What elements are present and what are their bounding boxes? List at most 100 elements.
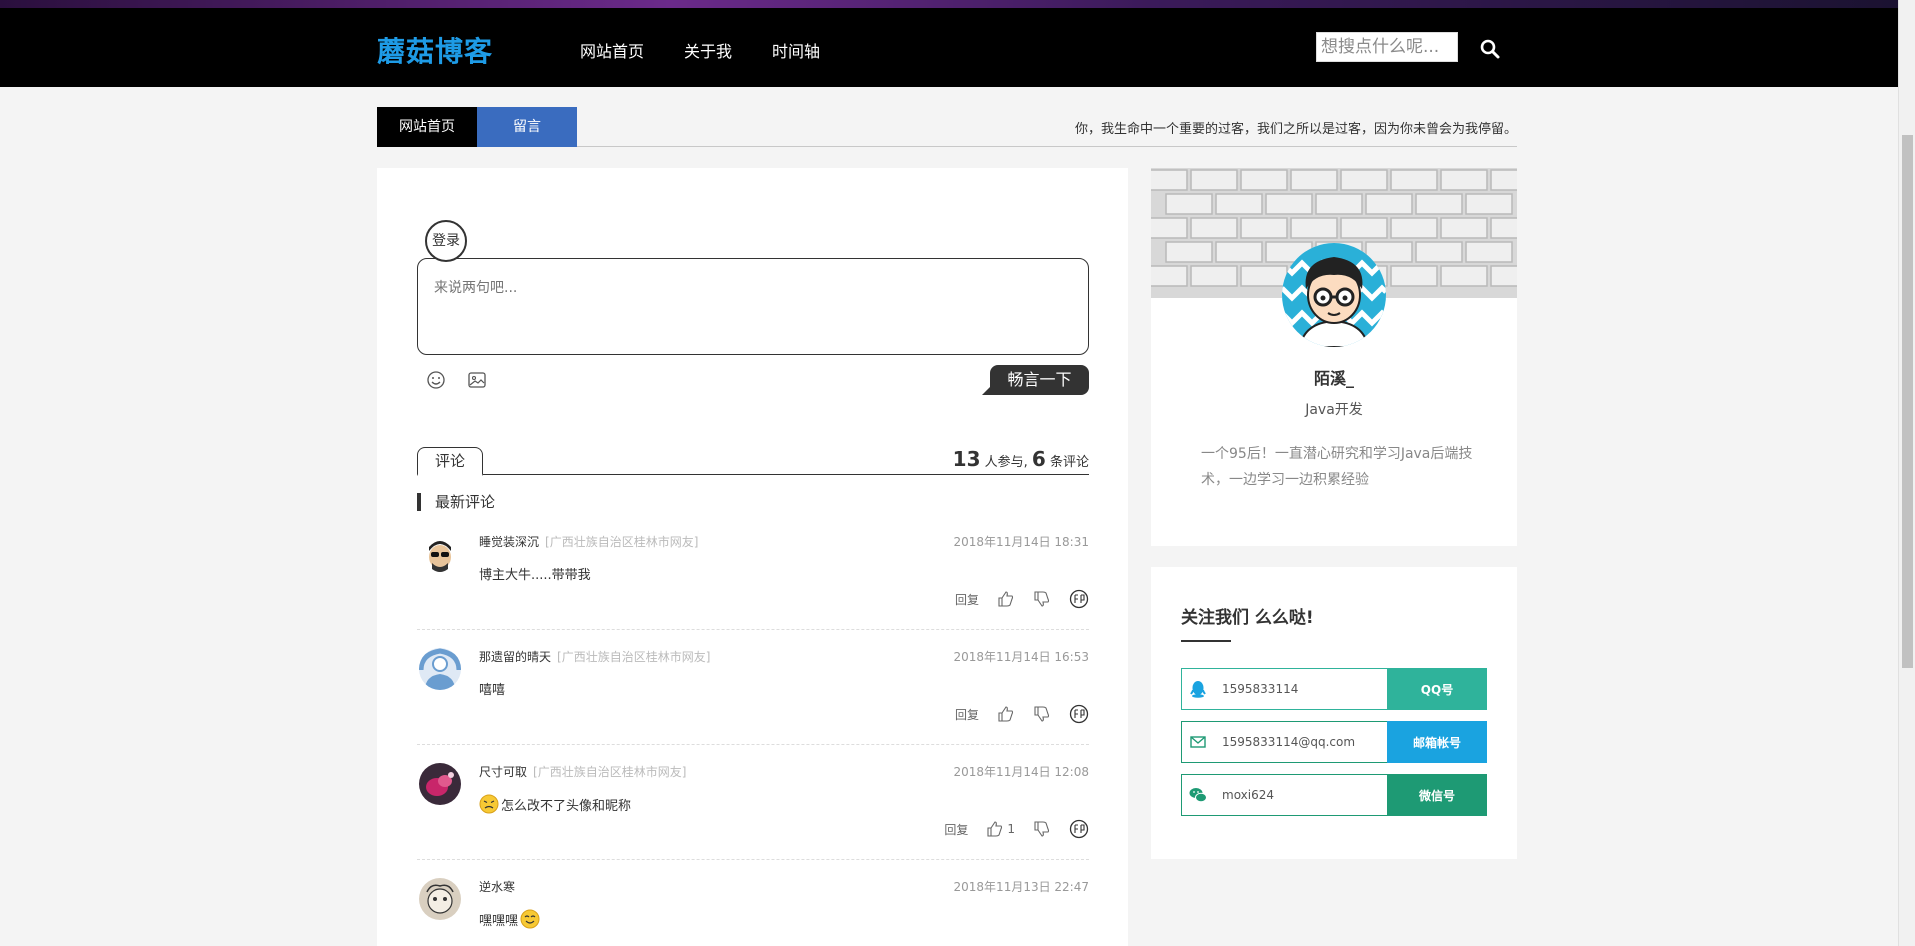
comment-body: 博主大牛.....带带我 (479, 568, 591, 583)
comment-tabs: 评论 13 人参与, 6 条评论 (417, 447, 1089, 476)
search-input[interactable] (1316, 32, 1458, 62)
follow-us-card: 关注我们 么么哒! 1595833114 QQ号 1595833114@qq.c… (1151, 567, 1517, 859)
top-gradient-strip (0, 0, 1915, 8)
navbar: 蘑菇博客 网站首页 关于我 时间轴 (0, 8, 1898, 87)
email-field[interactable]: 1595833114@qq.com (1181, 721, 1387, 763)
reply-button[interactable]: 回复 (955, 591, 979, 608)
comment-item: 逆水寒 2018年11月13日 22:47 嘿嘿嘿 (417, 868, 1089, 946)
comment-count: 6 (1031, 447, 1046, 471)
title-underline (1181, 640, 1231, 642)
author-location: [广西壮族自治区桂林市网友] (557, 650, 711, 664)
qq-field[interactable]: 1595833114 (1181, 668, 1387, 710)
like-icon[interactable] (997, 590, 1015, 608)
avatar[interactable] (419, 763, 461, 805)
share-icon[interactable] (1069, 819, 1089, 839)
comment-textarea[interactable] (417, 258, 1089, 355)
avatar[interactable] (419, 648, 461, 690)
nav-timeline[interactable]: 时间轴 (772, 38, 820, 62)
dislike-icon[interactable] (1033, 590, 1051, 608)
tab-comments[interactable]: 评论 (417, 447, 483, 476)
comment-time: 2018年11月14日 12:08 (953, 765, 1089, 779)
breadcrumb-tabbar: 网站首页 留言 你，我生命中一个重要的过客，我们之所以是过客，因为你未曾会为我停… (377, 107, 1517, 147)
comment-item: 尺寸可取 [广西壮族自治区桂林市网友] 2018年11月14日 12:08 怎么改… (417, 753, 1089, 860)
comment-text: 怎么改不了头像和昵称 (479, 794, 631, 814)
contact-row-wechat: moxi624 微信号 (1181, 774, 1487, 816)
tab-home[interactable]: 网站首页 (377, 107, 477, 147)
comment-actions: 回复 1 (944, 819, 1089, 839)
wechat-icon (1189, 788, 1207, 803)
profile-role: Java开发 (1305, 402, 1363, 418)
avatar[interactable] (419, 878, 461, 920)
qq-button[interactable]: QQ号 (1387, 668, 1487, 710)
author-location: [广西壮族自治区桂林市网友] (533, 765, 687, 779)
profile-bio: 一个95后！一直潜心研究和学习Java后端技术，一边学习一边积累经验 (1201, 446, 1473, 488)
participant-count: 13 (952, 447, 981, 471)
like-icon (987, 821, 1003, 837)
dislike-icon[interactable] (1033, 705, 1051, 723)
motto-text: 你，我生命中一个重要的过客，我们之所以是过客，因为你未曾会为我停留。 (1074, 122, 1517, 137)
qq-icon (1190, 681, 1206, 698)
site-logo[interactable]: 蘑菇博客 (377, 30, 493, 70)
search-icon[interactable] (1479, 38, 1501, 60)
comment-item: 那遗留的晴天 [广西壮族自治区桂林市网友] 2018年11月14日 16:53 嘻… (417, 638, 1089, 745)
nav-links: 网站首页 关于我 时间轴 (580, 38, 820, 62)
tab-message[interactable]: 留言 (477, 107, 577, 147)
nav-about[interactable]: 关于我 (684, 38, 732, 62)
comment-item: 睡觉装深沉 [广西壮族自治区桂林市网友] 2018年11月14日 18:31 博主… (417, 523, 1089, 630)
reply-button[interactable]: 回复 (944, 821, 968, 838)
wechat-button[interactable]: 微信号 (1387, 774, 1487, 816)
smile-emoji-icon (520, 909, 540, 929)
author-name[interactable]: 睡觉装深沉 (479, 535, 539, 549)
comment-text: 博主大牛.....带带我 (479, 564, 591, 583)
profile-avatar[interactable] (1282, 243, 1386, 347)
message-board-card: 登录 畅言一下 评论 13 人参与, 6 条评论 最新评论 睡觉装深沉 [广西壮族… (377, 168, 1128, 946)
email-value: 1595833114@qq.com (1222, 735, 1356, 749)
comment-text: 嘿嘿嘿 (479, 909, 540, 929)
comment-author: 那遗留的晴天 [广西壮族自治区桂林市网友] (479, 648, 710, 665)
share-icon[interactable] (1069, 704, 1089, 724)
contact-row-qq: 1595833114 QQ号 (1181, 668, 1487, 710)
comment-author: 逆水寒 (479, 878, 521, 895)
emoji-icon[interactable] (425, 369, 447, 391)
author-location: [广西壮族自治区桂林市网友] (545, 535, 699, 549)
comment-body: 怎么改不了头像和昵称 (501, 798, 632, 814)
comment-author: 尺寸可取 [广西壮族自治区桂林市网友] (479, 763, 686, 780)
comment-actions: 回复 (955, 704, 1089, 724)
comment-text: 嘻嘻 (479, 679, 505, 698)
email-button[interactable]: 邮箱帐号 (1387, 721, 1487, 763)
comment-body: 嘿嘿嘿 (479, 913, 519, 929)
mail-icon (1190, 736, 1206, 748)
profile-name: 陌溪_ (1313, 369, 1354, 388)
wechat-field[interactable]: moxi624 (1181, 774, 1387, 816)
comment-time: 2018年11月14日 18:31 (953, 535, 1089, 549)
qq-value: 1595833114 (1222, 682, 1299, 696)
share-icon[interactable] (1069, 589, 1089, 609)
newest-comments-heading: 最新评论 (417, 493, 495, 511)
wechat-value: moxi624 (1222, 788, 1275, 802)
reply-button[interactable]: 回复 (955, 706, 979, 723)
send-comment-button[interactable]: 畅言一下 (982, 365, 1089, 395)
contact-row-email: 1595833114@qq.com 邮箱帐号 (1181, 721, 1487, 763)
like-button[interactable]: 1 (986, 820, 1015, 838)
author-name[interactable]: 那遗留的晴天 (479, 650, 551, 664)
like-count: 1 (1007, 822, 1015, 836)
participant-label: 人参与, (984, 455, 1028, 470)
avatar[interactable] (419, 533, 461, 575)
like-icon[interactable] (997, 705, 1015, 723)
comment-stats: 13 人参与, 6 条评论 (953, 447, 1089, 471)
dislike-icon[interactable] (1033, 820, 1051, 838)
login-button[interactable]: 登录 (425, 220, 467, 262)
scrollbar-thumb[interactable] (1902, 135, 1913, 668)
comment-time: 2018年11月13日 22:47 (953, 880, 1089, 894)
comment-time: 2018年11月14日 16:53 (953, 650, 1089, 664)
page-scrollbar[interactable] (1898, 0, 1915, 946)
image-upload-icon[interactable] (466, 369, 488, 391)
follow-title: 关注我们 么么哒! (1181, 608, 1314, 628)
comment-body: 嘻嘻 (479, 683, 506, 698)
comment-author: 睡觉装深沉 [广西壮族自治区桂林市网友] (479, 533, 698, 550)
comment-count-label: 条评论 (1049, 455, 1089, 470)
author-name[interactable]: 尺寸可取 (479, 765, 527, 779)
profile-card: 陌溪_ Java开发 一个95后！一直潜心研究和学习Java后端技术，一边学习一… (1151, 168, 1517, 546)
nav-home[interactable]: 网站首页 (580, 38, 644, 62)
author-name[interactable]: 逆水寒 (479, 880, 515, 894)
